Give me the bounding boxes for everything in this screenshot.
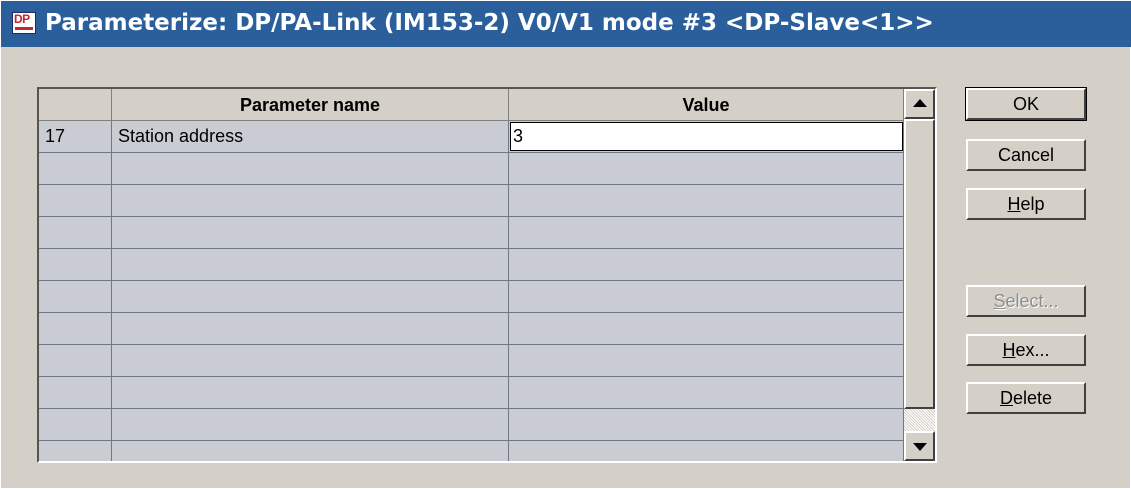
select-button: Select... xyxy=(966,285,1086,317)
row-number xyxy=(39,217,112,249)
scrollbar-track[interactable] xyxy=(904,409,935,431)
delete-button[interactable]: Delete xyxy=(966,382,1086,414)
parameter-name-cell xyxy=(112,153,509,185)
column-header-number xyxy=(39,89,112,121)
value-cell xyxy=(509,185,904,217)
value-cell xyxy=(509,281,904,313)
table-row[interactable] xyxy=(39,313,904,345)
table-row[interactable] xyxy=(39,185,904,217)
table-row[interactable] xyxy=(39,441,904,461)
row-number xyxy=(39,377,112,409)
delete-label: elete xyxy=(1012,388,1053,408)
ok-button[interactable]: OK xyxy=(965,87,1087,121)
value-cell xyxy=(509,313,904,345)
table-row[interactable] xyxy=(39,249,904,281)
value-cell xyxy=(509,441,904,461)
select-label: elect... xyxy=(1005,291,1059,311)
scroll-up-button[interactable] xyxy=(904,89,935,119)
row-number xyxy=(39,249,112,281)
parameter-name-cell xyxy=(112,313,509,345)
select-accelerator: S xyxy=(993,291,1006,311)
vertical-scrollbar[interactable] xyxy=(904,89,935,461)
help-button[interactable]: Help xyxy=(966,188,1086,220)
row-number xyxy=(39,281,112,313)
value-cell xyxy=(509,377,904,409)
value-cell xyxy=(509,345,904,377)
value-cell xyxy=(509,153,904,185)
value-cell xyxy=(509,409,904,441)
row-number xyxy=(39,409,112,441)
parameter-name-cell xyxy=(112,345,509,377)
dp-app-icon: DP xyxy=(12,12,36,34)
parameter-name-cell xyxy=(112,441,509,461)
parameterize-dialog: DP Parameterize: DP/PA-Link (IM153-2) V0… xyxy=(0,0,1131,489)
parameter-name-cell xyxy=(112,217,509,249)
scrollbar-thumb[interactable] xyxy=(904,119,935,409)
dp-icon-label: DP xyxy=(14,12,30,26)
row-number xyxy=(39,185,112,217)
parameter-name-cell xyxy=(112,185,509,217)
column-header-parameter-name[interactable]: Parameter name xyxy=(112,89,509,121)
row-number: 17 xyxy=(39,121,112,153)
table-row[interactable] xyxy=(39,217,904,249)
table-row[interactable]: 17 Station address 3 xyxy=(39,121,904,153)
parameter-grid: Parameter name Value 17 Station address … xyxy=(37,87,937,463)
arrow-up-icon xyxy=(913,99,927,107)
table-row[interactable] xyxy=(39,409,904,441)
help-label: elp xyxy=(1020,194,1045,214)
station-address-value-input[interactable]: 3 xyxy=(510,122,903,151)
arrow-down-icon xyxy=(913,443,927,451)
help-accelerator: H xyxy=(1007,194,1021,214)
parameter-name-cell xyxy=(112,377,509,409)
hex-button[interactable]: Hex... xyxy=(966,334,1086,366)
parameter-name-cell xyxy=(112,281,509,313)
column-header-value[interactable]: Value xyxy=(509,89,904,121)
cancel-button[interactable]: Cancel xyxy=(966,139,1086,171)
row-number xyxy=(39,313,112,345)
value-cell xyxy=(509,217,904,249)
hex-label: ex... xyxy=(1015,340,1050,360)
delete-accelerator: D xyxy=(999,388,1013,408)
parameter-name-cell: Station address xyxy=(112,121,509,153)
parameter-name-cell xyxy=(112,409,509,441)
table-row[interactable] xyxy=(39,345,904,377)
value-cell xyxy=(509,249,904,281)
hex-accelerator: H xyxy=(1002,340,1016,360)
table-row[interactable] xyxy=(39,377,904,409)
row-number xyxy=(39,345,112,377)
row-number xyxy=(39,441,112,461)
scroll-down-button[interactable] xyxy=(904,431,935,461)
title-bar[interactable]: DP Parameterize: DP/PA-Link (IM153-2) V0… xyxy=(1,1,1131,47)
row-number xyxy=(39,153,112,185)
table-row[interactable] xyxy=(39,153,904,185)
table-row[interactable] xyxy=(39,281,904,313)
window-title: Parameterize: DP/PA-Link (IM153-2) V0/V1… xyxy=(45,10,934,36)
parameter-name-cell xyxy=(112,249,509,281)
